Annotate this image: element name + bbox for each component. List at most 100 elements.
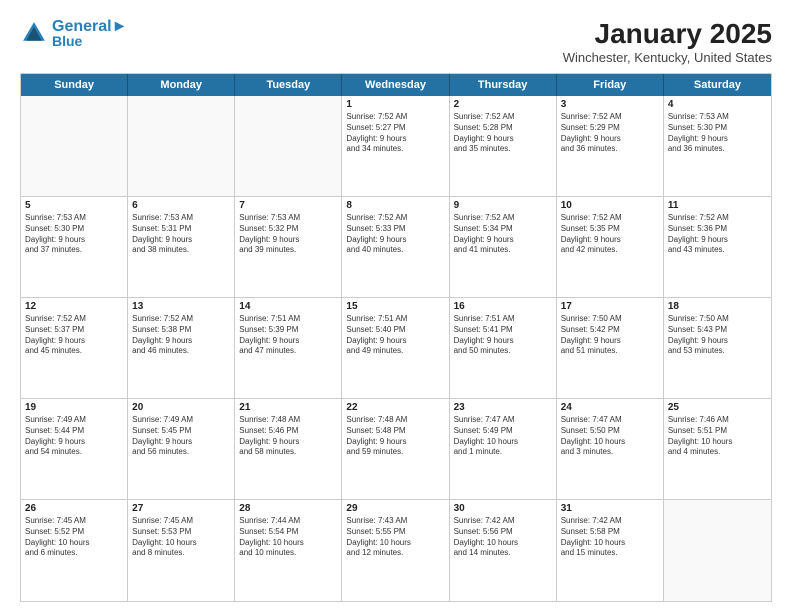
day-info: Sunrise: 7:50 AM Sunset: 5:42 PM Dayligh… (561, 314, 659, 357)
calendar-cell: 21 Sunrise: 7:48 AM Sunset: 5:46 PM Dayli… (235, 399, 342, 499)
logo-text: General► Blue (52, 18, 127, 49)
day-info: Sunrise: 7:43 AM Sunset: 5:55 PM Dayligh… (346, 516, 444, 559)
day-info: Sunrise: 7:51 AM Sunset: 5:40 PM Dayligh… (346, 314, 444, 357)
day-number: 13 (132, 301, 230, 312)
calendar-cell: 31 Sunrise: 7:42 AM Sunset: 5:58 PM Dayli… (557, 500, 664, 601)
day-number: 8 (346, 200, 444, 211)
calendar-cell: 24Sunrise: 7:47 AM Sunset: 5:50 PM Dayli… (557, 399, 664, 499)
day-info: Sunrise: 7:44 AM Sunset: 5:54 PM Dayligh… (239, 516, 337, 559)
logo-line2: Blue (52, 34, 127, 49)
day-info: Sunrise: 7:48 AM Sunset: 5:46 PM Dayligh… (239, 415, 337, 458)
weekday-header: Sunday (21, 74, 128, 96)
day-number: 20 (132, 402, 230, 413)
day-number: 16 (454, 301, 552, 312)
subtitle: Winchester, Kentucky, United States (563, 50, 772, 65)
day-number: 22 (346, 402, 444, 413)
day-info: Sunrise: 7:52 AM Sunset: 5:35 PM Dayligh… (561, 213, 659, 256)
day-number: 30 (454, 503, 552, 514)
logo-icon (20, 19, 48, 47)
calendar-week: 12Sunrise: 7:52 AM Sunset: 5:37 PM Dayli… (21, 298, 771, 399)
calendar-cell (235, 96, 342, 196)
day-number: 5 (25, 200, 123, 211)
calendar-cell (664, 500, 771, 601)
day-number: 1 (346, 99, 444, 110)
day-number: 21 (239, 402, 337, 413)
day-number: 29 (346, 503, 444, 514)
day-number: 31 (561, 503, 659, 514)
calendar-cell: 11 Sunrise: 7:52 AM Sunset: 5:36 PM Dayli… (664, 197, 771, 297)
day-info: Sunrise: 7:48 AM Sunset: 5:48 PM Dayligh… (346, 415, 444, 458)
page: General► Blue January 2025 Winchester, K… (0, 0, 792, 612)
calendar-cell (128, 96, 235, 196)
day-info: Sunrise: 7:52 AM Sunset: 5:29 PM Dayligh… (561, 112, 659, 155)
calendar-cell: 12Sunrise: 7:52 AM Sunset: 5:37 PM Dayli… (21, 298, 128, 398)
calendar-week: 5 Sunrise: 7:53 AM Sunset: 5:30 PM Daylig… (21, 197, 771, 298)
weekday-header: Wednesday (342, 74, 449, 96)
day-info: Sunrise: 7:46 AM Sunset: 5:51 PM Dayligh… (668, 415, 767, 458)
weekday-header: Saturday (664, 74, 771, 96)
calendar-cell: 26Sunrise: 7:45 AM Sunset: 5:52 PM Dayli… (21, 500, 128, 601)
day-info: Sunrise: 7:53 AM Sunset: 5:30 PM Dayligh… (25, 213, 123, 256)
weekday-header: Monday (128, 74, 235, 96)
day-number: 23 (454, 402, 552, 413)
day-info: Sunrise: 7:52 AM Sunset: 5:37 PM Dayligh… (25, 314, 123, 357)
logo: General► Blue (20, 18, 127, 49)
day-info: Sunrise: 7:51 AM Sunset: 5:39 PM Dayligh… (239, 314, 337, 357)
weekday-header: Tuesday (235, 74, 342, 96)
day-info: Sunrise: 7:52 AM Sunset: 5:38 PM Dayligh… (132, 314, 230, 357)
calendar-cell: 25 Sunrise: 7:46 AM Sunset: 5:51 PM Dayli… (664, 399, 771, 499)
calendar-cell: 23 Sunrise: 7:47 AM Sunset: 5:49 PM Dayli… (450, 399, 557, 499)
calendar-cell (21, 96, 128, 196)
calendar-body: 1 Sunrise: 7:52 AM Sunset: 5:27 PM Daylig… (21, 96, 771, 601)
calendar-cell: 1 Sunrise: 7:52 AM Sunset: 5:27 PM Daylig… (342, 96, 449, 196)
calendar-cell: 13 Sunrise: 7:52 AM Sunset: 5:38 PM Dayli… (128, 298, 235, 398)
calendar-cell: 16 Sunrise: 7:51 AM Sunset: 5:41 PM Dayli… (450, 298, 557, 398)
day-number: 19 (25, 402, 123, 413)
calendar-cell: 18 Sunrise: 7:50 AM Sunset: 5:43 PM Dayli… (664, 298, 771, 398)
calendar-cell: 4Sunrise: 7:53 AM Sunset: 5:30 PM Daylig… (664, 96, 771, 196)
day-info: Sunrise: 7:47 AM Sunset: 5:49 PM Dayligh… (454, 415, 552, 458)
calendar-week: 19 Sunrise: 7:49 AM Sunset: 5:44 PM Dayli… (21, 399, 771, 500)
calendar-cell: 15Sunrise: 7:51 AM Sunset: 5:40 PM Dayli… (342, 298, 449, 398)
calendar-cell: 27Sunrise: 7:45 AM Sunset: 5:53 PM Dayli… (128, 500, 235, 601)
day-number: 10 (561, 200, 659, 211)
day-info: Sunrise: 7:49 AM Sunset: 5:44 PM Dayligh… (25, 415, 123, 458)
day-info: Sunrise: 7:51 AM Sunset: 5:41 PM Dayligh… (454, 314, 552, 357)
calendar-week: 26Sunrise: 7:45 AM Sunset: 5:52 PM Dayli… (21, 500, 771, 601)
day-info: Sunrise: 7:52 AM Sunset: 5:33 PM Dayligh… (346, 213, 444, 256)
calendar-cell: 29 Sunrise: 7:43 AM Sunset: 5:55 PM Dayli… (342, 500, 449, 601)
day-number: 17 (561, 301, 659, 312)
day-info: Sunrise: 7:53 AM Sunset: 5:31 PM Dayligh… (132, 213, 230, 256)
day-info: Sunrise: 7:42 AM Sunset: 5:56 PM Dayligh… (454, 516, 552, 559)
day-info: Sunrise: 7:52 AM Sunset: 5:36 PM Dayligh… (668, 213, 767, 256)
day-number: 26 (25, 503, 123, 514)
weekday-header: Friday (557, 74, 664, 96)
day-number: 9 (454, 200, 552, 211)
day-info: Sunrise: 7:50 AM Sunset: 5:43 PM Dayligh… (668, 314, 767, 357)
day-number: 28 (239, 503, 337, 514)
day-number: 18 (668, 301, 767, 312)
day-info: Sunrise: 7:52 AM Sunset: 5:34 PM Dayligh… (454, 213, 552, 256)
title-block: January 2025 Winchester, Kentucky, Unite… (563, 18, 772, 65)
calendar-cell: 2Sunrise: 7:52 AM Sunset: 5:28 PM Daylig… (450, 96, 557, 196)
day-number: 25 (668, 402, 767, 413)
calendar-cell: 22 Sunrise: 7:48 AM Sunset: 5:48 PM Dayli… (342, 399, 449, 499)
main-title: January 2025 (563, 18, 772, 50)
calendar-header: SundayMondayTuesdayWednesdayThursdayFrid… (21, 74, 771, 96)
calendar-cell: 14Sunrise: 7:51 AM Sunset: 5:39 PM Dayli… (235, 298, 342, 398)
day-info: Sunrise: 7:53 AM Sunset: 5:32 PM Dayligh… (239, 213, 337, 256)
calendar-cell: 3Sunrise: 7:52 AM Sunset: 5:29 PM Daylig… (557, 96, 664, 196)
calendar-cell: 20Sunrise: 7:49 AM Sunset: 5:45 PM Dayli… (128, 399, 235, 499)
weekday-header: Thursday (450, 74, 557, 96)
day-number: 27 (132, 503, 230, 514)
header: General► Blue January 2025 Winchester, K… (20, 18, 772, 65)
calendar-cell: 10 Sunrise: 7:52 AM Sunset: 5:35 PM Dayli… (557, 197, 664, 297)
calendar-cell: 19 Sunrise: 7:49 AM Sunset: 5:44 PM Dayli… (21, 399, 128, 499)
day-number: 11 (668, 200, 767, 211)
calendar-cell: 28 Sunrise: 7:44 AM Sunset: 5:54 PM Dayli… (235, 500, 342, 601)
day-number: 2 (454, 99, 552, 110)
day-info: Sunrise: 7:52 AM Sunset: 5:27 PM Dayligh… (346, 112, 444, 155)
day-info: Sunrise: 7:42 AM Sunset: 5:58 PM Dayligh… (561, 516, 659, 559)
calendar-cell: 6Sunrise: 7:53 AM Sunset: 5:31 PM Daylig… (128, 197, 235, 297)
calendar-cell: 9 Sunrise: 7:52 AM Sunset: 5:34 PM Daylig… (450, 197, 557, 297)
